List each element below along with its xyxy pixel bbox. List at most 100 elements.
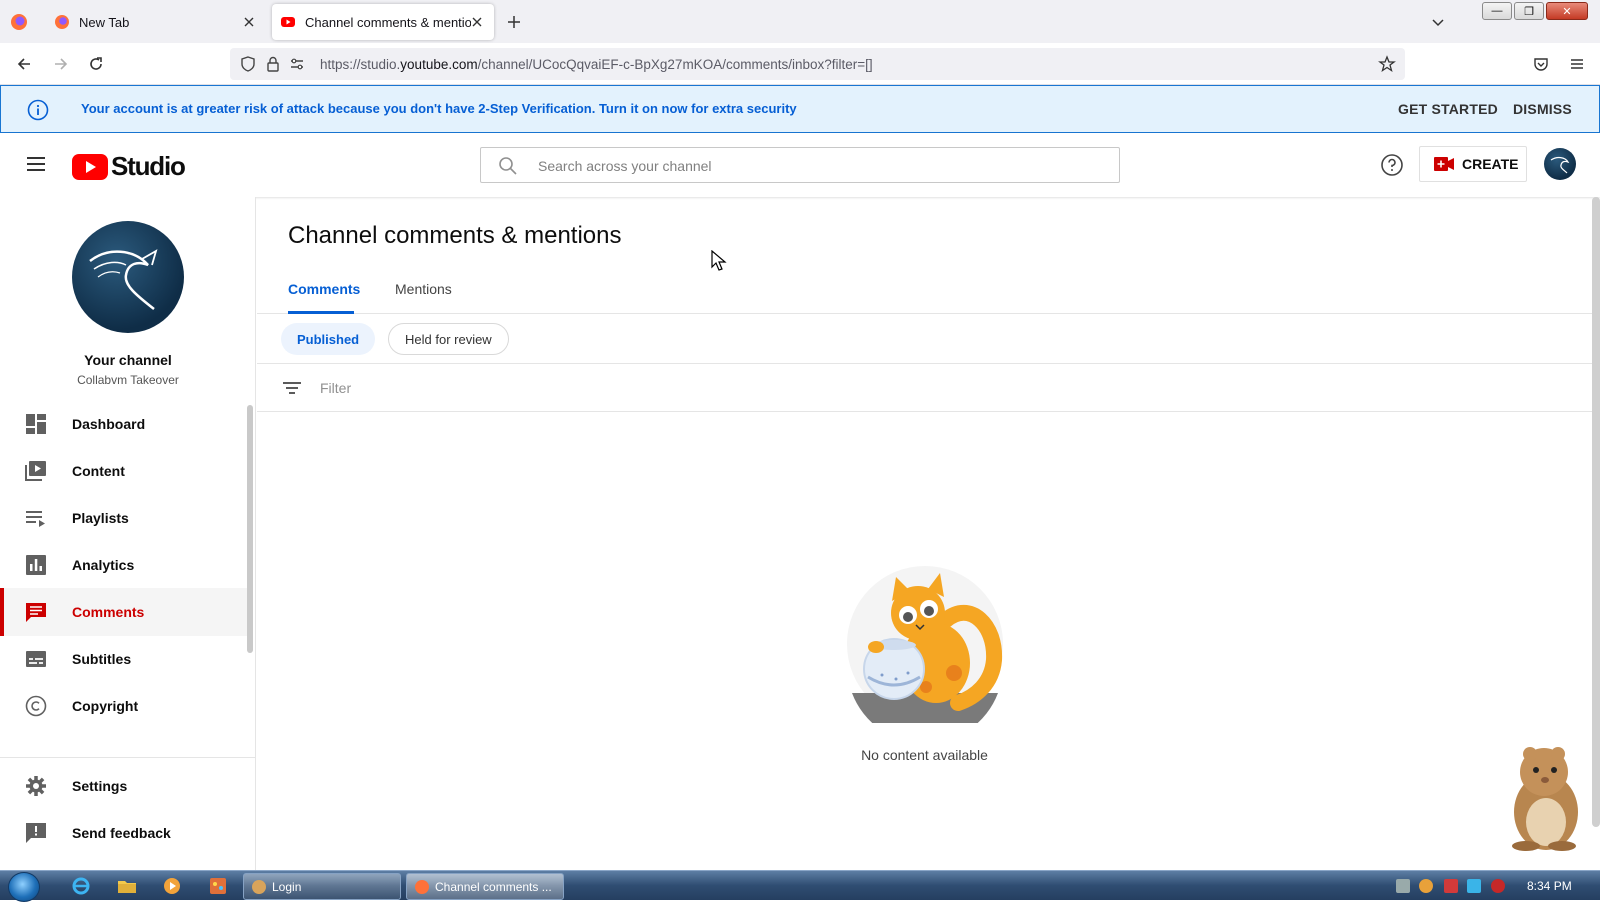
windows-taskbar: Login Channel comments ... 8:34 PM	[0, 870, 1600, 902]
sidebar-item-label: Content	[72, 463, 125, 479]
kali-dragon-icon	[1550, 156, 1570, 174]
taskbar-item-firefox[interactable]: Channel comments ...	[406, 873, 564, 900]
restore-window-button[interactable]: ❐	[1514, 2, 1544, 20]
tab-title: Channel comments & mentions	[305, 14, 471, 30]
sidebar-divider	[0, 757, 256, 758]
list-all-tabs-chevron-icon[interactable]	[1430, 14, 1446, 30]
youtube-logo-icon	[72, 153, 108, 180]
tab-new-tab[interactable]: New Tab	[44, 4, 266, 40]
tracking-protection-shield-icon[interactable]	[239, 55, 257, 73]
taskbar-item-label: Channel comments ...	[435, 879, 552, 894]
permissions-icon[interactable]	[288, 55, 306, 73]
sidebar-item-label: Analytics	[72, 557, 135, 573]
bookmark-star-icon[interactable]	[1378, 55, 1396, 73]
close-tab-icon[interactable]	[242, 15, 256, 29]
chip-published[interactable]: Published	[281, 323, 376, 355]
two-step-verification-banner: Your account is at greater risk of attac…	[0, 85, 1600, 133]
create-label: CREATE	[1462, 156, 1519, 172]
sidebar-item-copyright[interactable]: Copyright	[0, 682, 248, 730]
browser-navigation-bar: https://studio.youtube.com/channel/UCocQ…	[0, 43, 1600, 85]
lock-icon[interactable]	[264, 55, 282, 73]
paint-icon[interactable]	[208, 876, 228, 896]
chip-held-for-review[interactable]: Held for review	[388, 323, 509, 355]
create-button[interactable]: CREATE	[1419, 146, 1527, 182]
browser-tab-bar: New Tab Channel comments & mentions — ❐ …	[0, 0, 1600, 43]
search-placeholder: Search across your channel	[538, 158, 712, 174]
firefox-menu-icon[interactable]	[10, 13, 28, 31]
url-text: https://studio.youtube.com/channel/UCocQ…	[320, 57, 873, 72]
sidebar-item-dashboard[interactable]: Dashboard	[0, 400, 248, 448]
pocket-icon[interactable]	[1532, 55, 1550, 73]
empty-state-cat-illustration-icon	[847, 566, 1003, 723]
file-explorer-icon[interactable]	[117, 876, 137, 896]
hamburger-menu-icon[interactable]	[26, 155, 46, 173]
tray-search-icon[interactable]	[1419, 879, 1433, 893]
feedback-icon	[26, 823, 46, 843]
url-path: /channel/UCocQqvaiEF-c-BpXg27mKOA/commen…	[477, 57, 873, 72]
sidebar-item-label: Subtitles	[72, 651, 132, 667]
sidebar-item-label: Playlists	[72, 510, 129, 526]
sidebar-item-playlists[interactable]: Playlists	[0, 494, 248, 542]
tab-channel-comments[interactable]: Channel comments & mentions	[272, 4, 494, 40]
filter-placeholder: Filter	[320, 380, 352, 396]
channel-avatar[interactable]	[72, 221, 184, 333]
dismiss-button[interactable]: DISMISS	[1513, 101, 1572, 117]
media-player-icon[interactable]	[162, 876, 182, 896]
your-channel-label: Your channel	[84, 352, 172, 368]
forward-arrow-icon[interactable]	[52, 55, 70, 73]
tab-comments[interactable]: Comments	[288, 281, 360, 297]
tab-mentions[interactable]: Mentions	[395, 281, 452, 297]
filter-bar[interactable]: Filter	[257, 364, 1592, 412]
studio-logo-text: Studio	[111, 151, 186, 181]
sidebar-item-label: Comments	[72, 604, 145, 620]
search-input[interactable]: Search across your channel	[480, 147, 1120, 183]
login-app-icon	[252, 879, 266, 894]
sidebar-item-send-feedback[interactable]: Send feedback	[0, 809, 248, 857]
internet-explorer-icon[interactable]	[71, 876, 91, 896]
search-icon	[499, 157, 517, 175]
tray-network-icon[interactable]	[1396, 879, 1410, 893]
kali-dragon-icon	[89, 249, 158, 310]
address-bar[interactable]: https://studio.youtube.com/channel/UCocQ…	[230, 48, 1405, 80]
taskbar-clock: 8:34 PM	[1527, 879, 1572, 893]
hamster-desktop-pet-icon	[1512, 747, 1578, 851]
minimize-window-button[interactable]: —	[1482, 2, 1512, 20]
help-icon[interactable]	[1380, 153, 1404, 177]
youtube-studio-logo[interactable]: Studio	[72, 151, 186, 182]
taskbar-item-login[interactable]: Login	[243, 873, 401, 900]
sidebar-item-content[interactable]: Content	[0, 447, 248, 495]
tray-flag-icon[interactable]	[1444, 879, 1458, 893]
sidebar-item-settings[interactable]: Settings	[0, 762, 248, 810]
sidebar: Your channel Collabvm Takeover Dashboard…	[0, 197, 256, 870]
page-title: Channel comments & mentions	[288, 222, 622, 249]
account-avatar[interactable]	[1544, 148, 1576, 180]
sidebar-item-analytics[interactable]: Analytics	[0, 541, 248, 589]
get-started-button[interactable]: GET STARTED	[1398, 101, 1498, 117]
reload-icon[interactable]	[87, 55, 105, 73]
empty-state-message: No content available	[861, 747, 988, 763]
sidebar-scrollbar[interactable]	[247, 405, 253, 653]
comment-status-chips: Published Held for review	[257, 314, 1592, 364]
start-button[interactable]	[8, 872, 40, 902]
gear-icon	[26, 776, 46, 796]
close-tab-icon[interactable]	[470, 15, 484, 29]
banner-message: Your account is at greater risk of attac…	[81, 101, 797, 116]
sidebar-item-label: Settings	[72, 778, 128, 794]
back-arrow-icon[interactable]	[15, 55, 33, 73]
sidebar-item-comments[interactable]: Comments	[0, 588, 248, 636]
hamburger-menu-icon[interactable]	[1568, 55, 1586, 73]
tray-display-icon[interactable]	[1467, 879, 1481, 893]
new-tab-plus-icon[interactable]	[505, 13, 523, 31]
content-tabs: Comments Mentions	[257, 267, 1592, 314]
main-scrollbar[interactable]	[1592, 197, 1600, 827]
sidebar-item-subtitles[interactable]: Subtitles	[0, 635, 248, 683]
filter-icon[interactable]	[283, 380, 301, 396]
taskbar-item-label: Login	[272, 879, 302, 894]
url-scheme: https://studio.	[320, 57, 401, 72]
content-icon	[25, 461, 46, 481]
window-controls: — ❐ ✕	[1482, 2, 1588, 20]
tray-volume-icon[interactable]	[1491, 879, 1505, 893]
sidebar-item-label: Copyright	[72, 698, 139, 714]
analytics-icon	[26, 555, 46, 575]
close-window-button[interactable]: ✕	[1546, 2, 1588, 20]
